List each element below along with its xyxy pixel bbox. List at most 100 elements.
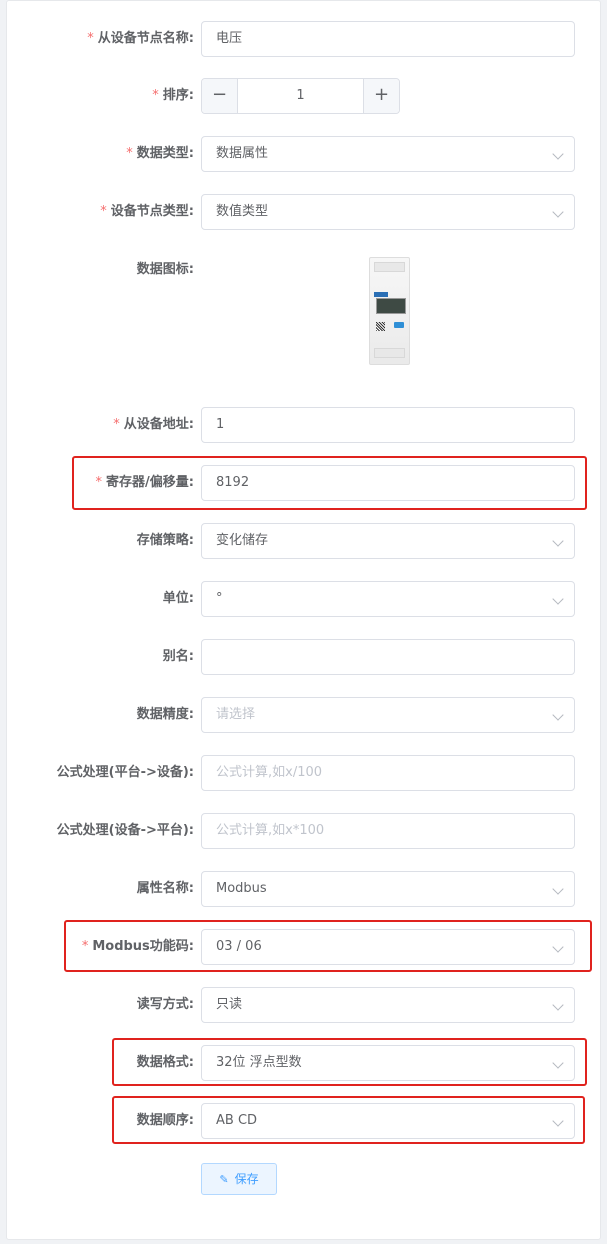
form-row-sort: * 排序: −1 +: [0, 78, 607, 114]
alias-input[interactable]: [201, 639, 575, 675]
chevron-down-icon: [552, 593, 564, 605]
minus-icon[interactable]: −: [202, 79, 238, 113]
form-row-data-order: 数据顺序: AB CD: [0, 1103, 607, 1139]
chevron-down-icon: [552, 206, 564, 218]
label-text: 设备节点类型:: [110, 204, 194, 219]
form-row-formula-to-platform: 公式处理(设备->平台): 公式计算,如x*100: [0, 813, 607, 849]
label-text: 属性名称:: [136, 881, 194, 896]
formula-to-device-label: 公式处理(平台->设备):: [57, 755, 194, 791]
label-text: 读写方式:: [136, 997, 194, 1012]
data-icon-image[interactable]: [369, 257, 410, 365]
form-row-formula-to-device: 公式处理(平台->设备): 公式计算,如x/100: [0, 755, 607, 791]
required-mark: *: [100, 204, 107, 219]
node-type-label: * 设备节点类型:: [100, 194, 194, 230]
data-order-select[interactable]: AB CD: [201, 1103, 575, 1139]
slave-address-label: * 从设备地址:: [113, 407, 194, 443]
required-mark: *: [95, 475, 103, 490]
modbus-function-code-value: 03 / 06: [216, 939, 262, 954]
form-row-register-offset: * 寄存器/偏移量: 8192: [0, 465, 607, 501]
attribute-name-label: 属性名称:: [137, 871, 194, 907]
attribute-name-select[interactable]: Modbus: [201, 871, 575, 907]
save-button[interactable]: ✎ 保存: [201, 1163, 277, 1195]
label-text: 数据格式:: [136, 1055, 194, 1070]
sort-stepper: −1 +: [201, 78, 400, 114]
precision-value: 请选择: [216, 707, 256, 722]
label-text: 公式处理(平台->设备):: [56, 765, 194, 780]
read-write-mode-label: 读写方式:: [137, 987, 194, 1023]
form-row-precision: 数据精度: 请选择: [0, 697, 607, 733]
device-screen: [376, 298, 406, 314]
form-row-node-type: * 设备节点类型: 数值类型: [0, 194, 607, 230]
form-row-slave-address: * 从设备地址: 1: [0, 407, 607, 443]
slave-node-name-input[interactable]: 电压: [201, 21, 575, 57]
label-text: 数据精度:: [136, 707, 194, 722]
alias-label: 别名:: [163, 639, 194, 675]
data-format-label: 数据格式:: [137, 1045, 194, 1081]
label-text: Modbus功能码:: [92, 939, 194, 954]
modbus-function-code-label: * Modbus功能码:: [82, 929, 194, 965]
chevron-down-icon: [552, 148, 564, 160]
formula-to-device-input[interactable]: 公式计算,如x/100: [201, 755, 575, 791]
unit-value: °: [216, 591, 223, 606]
form-row-modbus-function-code: * Modbus功能码: 03 / 06: [0, 929, 607, 965]
edit-icon: ✎: [219, 1174, 229, 1186]
label-text: 存储策略:: [136, 533, 194, 548]
chevron-down-icon: [552, 1115, 564, 1127]
required-mark: *: [113, 417, 120, 432]
formula-to-device-value: 公式计算,如x/100: [216, 765, 323, 780]
label-text: 寄存器/偏移量:: [106, 475, 194, 490]
chevron-down-icon: [552, 941, 564, 953]
precision-label: 数据精度:: [137, 697, 194, 733]
node-type-select[interactable]: 数值类型: [201, 194, 575, 230]
read-write-mode-select[interactable]: 只读: [201, 987, 575, 1023]
precision-select[interactable]: 请选择: [201, 697, 575, 733]
label-text: 从设备地址:: [123, 417, 194, 432]
register-offset-value: 8192: [216, 475, 250, 490]
label-text: 数据顺序:: [136, 1113, 194, 1128]
form-row-storage-policy: 存储策略: 变化储存: [0, 523, 607, 559]
required-mark: *: [81, 939, 89, 954]
attribute-name-value: Modbus: [216, 881, 267, 896]
device-qr: [376, 322, 385, 331]
node-type-value: 数值类型: [216, 204, 269, 219]
slave-node-name-label: * 从设备节点名称:: [87, 21, 194, 57]
label-text: 别名:: [162, 649, 194, 664]
required-mark: *: [126, 146, 133, 161]
data-icon-label: 数据图标:: [137, 252, 194, 288]
device-bottom: [374, 348, 405, 358]
form-row-alias: 别名:: [0, 639, 607, 675]
form-row-data-type: * 数据类型: 数据属性: [0, 136, 607, 172]
storage-policy-select[interactable]: 变化储存: [201, 523, 575, 559]
data-type-select[interactable]: 数据属性: [201, 136, 575, 172]
plus-icon[interactable]: +: [363, 79, 399, 113]
data-order-label: 数据顺序:: [137, 1103, 194, 1139]
label-text: 公式处理(设备->平台):: [56, 823, 194, 838]
slave-address-input[interactable]: 1: [201, 407, 575, 443]
register-offset-input[interactable]: 8192: [201, 465, 575, 501]
label-text: 数据图标:: [136, 262, 194, 277]
form-row-read-write-mode: 读写方式: 只读: [0, 987, 607, 1023]
storage-policy-value: 变化储存: [216, 533, 269, 548]
device-top: [374, 262, 405, 272]
data-format-select[interactable]: 32位 浮点型数: [201, 1045, 575, 1081]
formula-to-platform-input[interactable]: 公式计算,如x*100: [201, 813, 575, 849]
form-row-attribute-name: 属性名称: Modbus: [0, 871, 607, 907]
slave-node-name-value: 电压: [216, 31, 243, 46]
chevron-down-icon: [552, 709, 564, 721]
unit-select[interactable]: °: [201, 581, 575, 617]
form-row-data-icon: 数据图标:: [0, 252, 607, 365]
modbus-function-code-select[interactable]: 03 / 06: [201, 929, 575, 965]
slave-address-value: 1: [216, 417, 225, 432]
formula-to-platform-label: 公式处理(设备->平台):: [57, 813, 194, 849]
chevron-down-icon: [552, 999, 564, 1011]
data-order-value: AB CD: [216, 1113, 258, 1128]
device-brand: [374, 292, 388, 297]
sort-label: * 排序:: [152, 78, 194, 114]
chevron-down-icon: [552, 883, 564, 895]
label-text: 从设备节点名称:: [97, 31, 194, 46]
form-row-unit: 单位: °: [0, 581, 607, 617]
sort-input[interactable]: 1: [239, 79, 362, 113]
formula-to-platform-value: 公式计算,如x*100: [216, 823, 325, 838]
data-format-value: 32位 浮点型数: [216, 1055, 302, 1070]
required-mark: *: [87, 31, 94, 46]
